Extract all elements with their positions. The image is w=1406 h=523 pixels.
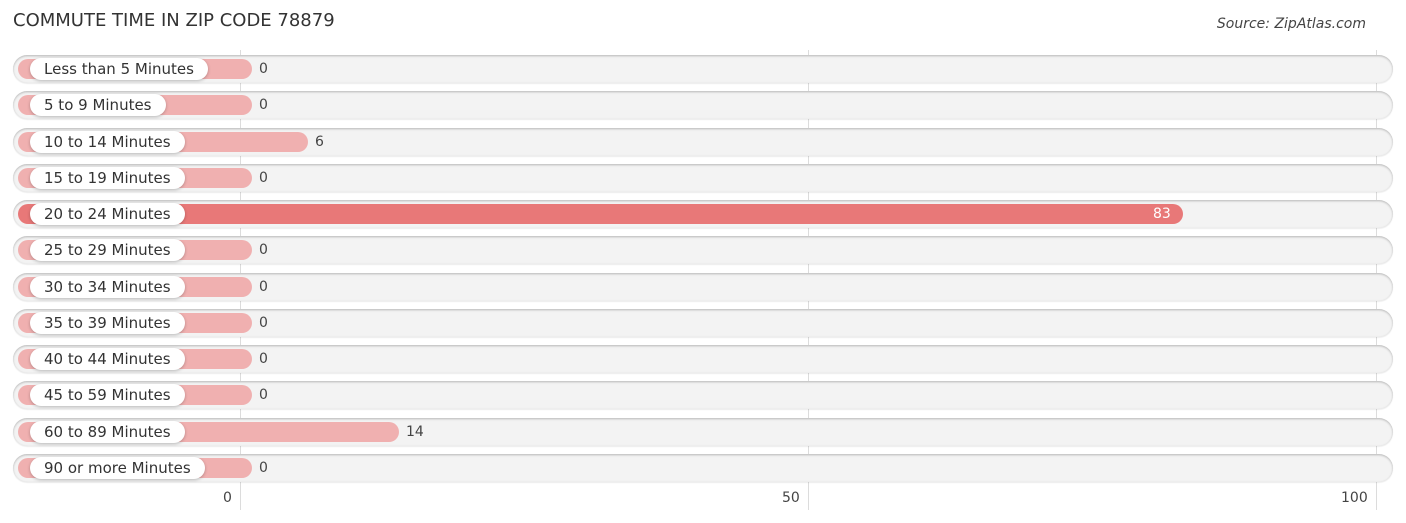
category-label: 10 to 14 Minutes — [30, 131, 185, 153]
x-tick-label: 0 — [223, 490, 232, 506]
category-label: 35 to 39 Minutes — [30, 312, 185, 334]
bar[interactable] — [18, 204, 1183, 224]
value-label: 0 — [259, 61, 268, 77]
category-label: 90 or more Minutes — [30, 457, 205, 479]
value-label: 0 — [259, 242, 268, 258]
value-label: 83 — [1153, 206, 1171, 222]
value-label: 14 — [406, 424, 424, 440]
value-label: 0 — [259, 170, 268, 186]
value-label: 6 — [315, 134, 324, 150]
value-label: 0 — [259, 387, 268, 403]
value-label: 0 — [259, 97, 268, 113]
x-tick-label: 100 — [1341, 490, 1368, 506]
category-label: Less than 5 Minutes — [30, 58, 208, 80]
bar-chart: 0 50 100 Less than 5 Minutes 0 5 to 9 Minutes… — [0, 0, 1406, 523]
category-label: 25 to 29 Minutes — [30, 239, 185, 261]
category-label: 15 to 19 Minutes — [30, 167, 185, 189]
value-label: 0 — [259, 460, 268, 476]
category-label: 5 to 9 Minutes — [30, 94, 166, 116]
category-label: 30 to 34 Minutes — [30, 276, 185, 298]
category-label: 40 to 44 Minutes — [30, 348, 185, 370]
value-label: 0 — [259, 279, 268, 295]
value-label: 0 — [259, 351, 268, 367]
category-label: 60 to 89 Minutes — [30, 421, 185, 443]
x-tick-label: 50 — [782, 490, 800, 506]
category-label: 20 to 24 Minutes — [30, 203, 185, 225]
category-label: 45 to 59 Minutes — [30, 384, 185, 406]
value-label: 0 — [259, 315, 268, 331]
